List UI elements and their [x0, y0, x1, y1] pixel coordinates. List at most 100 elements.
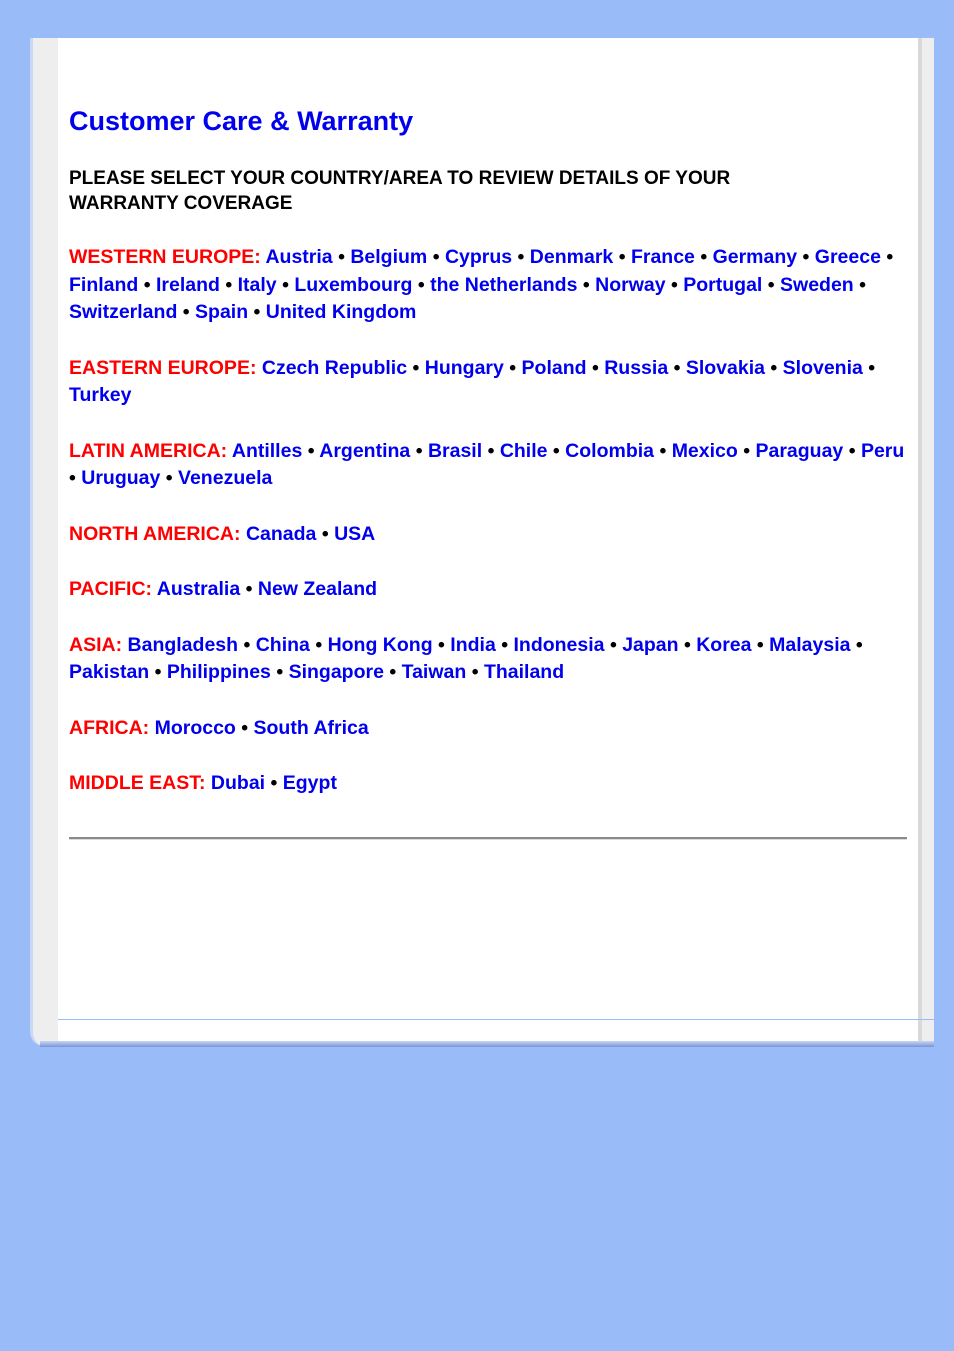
bullet-separator: •: [552, 439, 560, 462]
bullet-separator: •: [770, 356, 778, 379]
country-link-thailand[interactable]: Thailand: [484, 661, 564, 683]
bullet-separator: •: [591, 356, 599, 379]
country-link-the-netherlands[interactable]: the Netherlands: [430, 274, 577, 296]
region-label: AFRICA:: [69, 716, 150, 739]
bullet-separator: •: [886, 246, 894, 268]
bullet-separator: •: [243, 633, 251, 656]
main-content: Customer Care & Warranty PLEASE SELECT Y…: [69, 104, 909, 798]
country-link-dubai[interactable]: Dubai: [211, 772, 265, 794]
country-link-indonesia[interactable]: Indonesia: [513, 634, 604, 656]
country-link-czech-republic[interactable]: Czech Republic: [262, 357, 407, 379]
country-link-paraguay[interactable]: Paraguay: [755, 440, 843, 462]
bullet-separator: •: [241, 716, 249, 739]
country-link-slovakia[interactable]: Slovakia: [686, 357, 765, 379]
bullet-separator: •: [743, 439, 751, 462]
country-link-chile[interactable]: Chile: [500, 440, 548, 462]
country-link-usa[interactable]: USA: [334, 523, 375, 545]
bullet-separator: •: [143, 273, 151, 296]
bullet-separator: •: [182, 301, 190, 323]
country-link-bangladesh[interactable]: Bangladesh: [128, 634, 239, 656]
country-link-austria[interactable]: Austria: [265, 246, 332, 268]
bullet-separator: •: [501, 633, 509, 656]
country-link-taiwan[interactable]: Taiwan: [402, 661, 467, 683]
country-link-canada[interactable]: Canada: [246, 523, 316, 545]
country-link-italy[interactable]: Italy: [238, 274, 277, 296]
bullet-separator: •: [802, 246, 810, 268]
right-margin-bar: [918, 38, 934, 1041]
country-link-hong-kong[interactable]: Hong Kong: [328, 634, 433, 656]
horizontal-rule: [69, 837, 907, 840]
region-north-america: NORTH AMERICA: Canada • USA: [69, 521, 909, 549]
bullet-separator: •: [609, 633, 617, 656]
bullet-separator: •: [315, 633, 323, 656]
country-link-morocco[interactable]: Morocco: [155, 717, 236, 739]
country-link-poland[interactable]: Poland: [522, 357, 587, 379]
country-link-portugal[interactable]: Portugal: [683, 274, 762, 296]
page-shadow: [40, 1041, 934, 1047]
country-link-cyprus[interactable]: Cyprus: [445, 246, 512, 268]
bullet-separator: •: [471, 661, 479, 683]
country-link-norway[interactable]: Norway: [595, 274, 665, 296]
country-link-antilles[interactable]: Antilles: [232, 440, 302, 462]
bullet-separator: •: [415, 439, 423, 462]
page-title: Customer Care & Warranty: [69, 106, 414, 136]
region-eastern-europe: EASTERN EUROPE: Czech Republic • Hungary…: [69, 355, 909, 410]
bullet-separator: •: [868, 356, 876, 379]
country-link-malaysia[interactable]: Malaysia: [769, 634, 850, 656]
region-africa: AFRICA: Morocco • South Africa: [69, 715, 909, 743]
bullet-separator: •: [618, 246, 626, 268]
country-link-sweden[interactable]: Sweden: [780, 274, 854, 296]
bullet-separator: •: [438, 633, 445, 656]
bullet-separator: •: [517, 246, 525, 268]
country-link-venezuela[interactable]: Venezuela: [178, 467, 272, 489]
country-link-argentina[interactable]: Argentina: [319, 440, 410, 462]
footer-divider: [58, 1019, 934, 1020]
bullet-separator: •: [756, 633, 764, 656]
bullet-separator: •: [307, 439, 315, 462]
country-link-australia[interactable]: Australia: [157, 578, 240, 600]
region-label: MIDDLE EAST:: [69, 772, 206, 794]
country-link-mexico[interactable]: Mexico: [672, 440, 738, 462]
intro-text: PLEASE SELECT YOUR COUNTRY/AREA TO REVIE…: [69, 168, 731, 214]
country-link-pakistan[interactable]: Pakistan: [69, 661, 149, 683]
country-link-russia[interactable]: Russia: [604, 357, 668, 379]
country-link-slovenia[interactable]: Slovenia: [783, 357, 863, 379]
country-link-belgium[interactable]: Belgium: [350, 246, 427, 268]
country-link-korea[interactable]: Korea: [696, 634, 751, 656]
country-link-switzerland[interactable]: Switzerland: [69, 301, 177, 323]
bullet-separator: •: [225, 273, 233, 296]
country-link-philippines[interactable]: Philippines: [167, 661, 271, 683]
country-link-denmark[interactable]: Denmark: [530, 246, 613, 268]
country-link-france[interactable]: France: [631, 246, 695, 268]
region-latin-america: LATIN AMERICA: Antilles • Argentina • Br…: [69, 438, 909, 493]
country-link-germany[interactable]: Germany: [713, 246, 798, 268]
country-link-uruguay[interactable]: Uruguay: [81, 467, 160, 489]
country-link-luxembourg[interactable]: Luxembourg: [294, 274, 412, 296]
bullet-separator: •: [412, 356, 420, 379]
region-asia: ASIA: Bangladesh • China • Hong Kong • I…: [69, 632, 909, 687]
country-link-peru[interactable]: Peru: [861, 440, 904, 462]
country-link-south-africa[interactable]: South Africa: [254, 717, 369, 739]
country-link-finland[interactable]: Finland: [69, 274, 138, 296]
country-link-ireland[interactable]: Ireland: [156, 274, 220, 296]
bullet-separator: •: [659, 439, 667, 462]
country-link-colombia[interactable]: Colombia: [565, 440, 654, 462]
country-link-brasil[interactable]: Brasil: [428, 440, 482, 462]
country-link-hungary[interactable]: Hungary: [425, 357, 504, 379]
country-link-new-zealand[interactable]: New Zealand: [258, 578, 377, 600]
bullet-separator: •: [700, 246, 708, 268]
country-link-turkey[interactable]: Turkey: [69, 384, 132, 406]
country-link-india[interactable]: India: [450, 634, 496, 656]
bullet-separator: •: [165, 467, 173, 489]
country-link-china[interactable]: China: [256, 634, 310, 656]
bullet-separator: •: [245, 578, 253, 600]
bullet-separator: •: [338, 246, 345, 268]
bullet-separator: •: [321, 522, 329, 545]
country-link-spain[interactable]: Spain: [195, 301, 248, 323]
country-link-singapore[interactable]: Singapore: [289, 661, 384, 683]
country-link-japan[interactable]: Japan: [622, 634, 678, 656]
country-link-greece[interactable]: Greece: [815, 246, 881, 268]
bullet-separator: •: [253, 301, 261, 323]
country-link-united-kingdom[interactable]: United Kingdom: [266, 301, 417, 323]
country-link-egypt[interactable]: Egypt: [283, 772, 337, 794]
